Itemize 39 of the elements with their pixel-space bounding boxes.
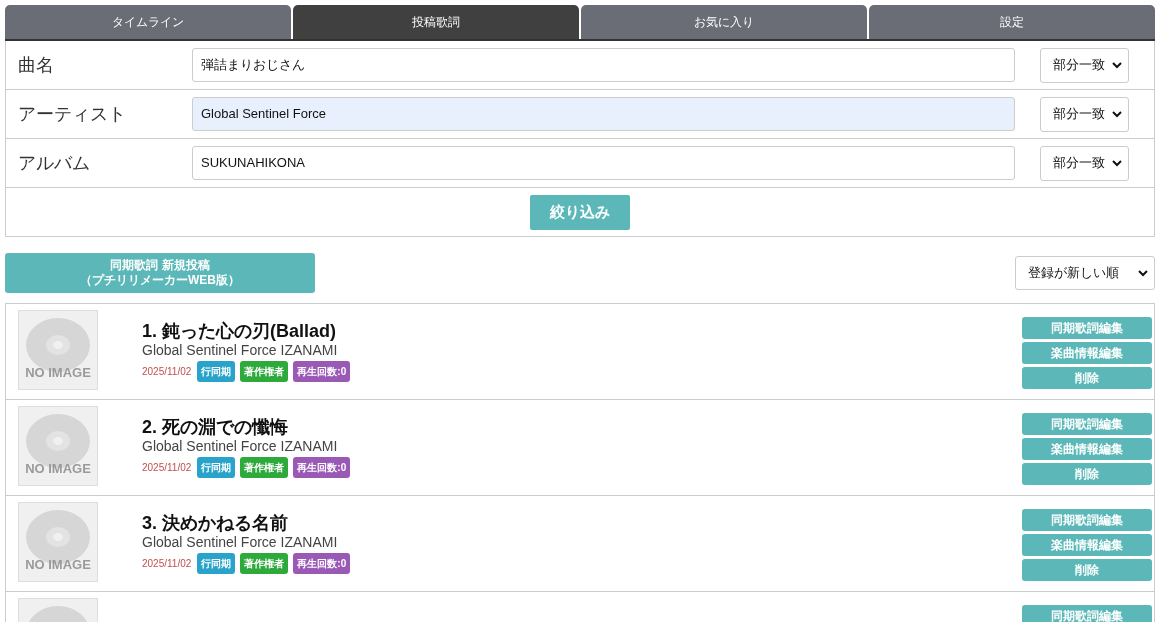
artist-name: Global Sentinel Force IZANAMI [142,342,339,358]
match-select[interactable]: 部分一致 [1040,145,1129,181]
text-field[interactable]: 弾詰まりおじさん [192,48,1015,82]
chevron-icon [1112,159,1122,167]
post-date: 2025/11/02 [142,461,192,475]
tag: 行同期 [197,553,236,574]
tag: 著作権者 [240,457,289,478]
field-label: 曲名 [17,53,55,77]
tag: 再生回数:0 [293,553,351,574]
tab[interactable]: お気に入り [581,5,867,39]
tab[interactable]: タイムライン [5,5,291,39]
match-select[interactable]: 部分一致 [1040,96,1129,132]
thumbnail-label: NO IMAGE [24,462,92,475]
text-field[interactable]: SUKUNAHIKONA [192,146,1015,180]
tab[interactable]: 投稿歌詞 [293,5,579,39]
post-date: 2025/11/02 [142,557,192,571]
tag: 著作権者 [240,361,289,382]
song-title[interactable]: 1. 鈍った心の刃(Ballad) [142,320,1022,342]
text-field[interactable]: Global Sentinel Force [192,97,1015,131]
field-label: アルバム [17,151,91,175]
tab[interactable]: 設定 [869,5,1155,39]
artist-name: Global Sentinel Force IZANAMI [142,534,339,550]
tag: 再生回数:0 [293,457,351,478]
field-label: アーティスト [17,102,127,126]
song-title[interactable]: 2. 死の淵での懺悔 [142,416,1022,438]
sort-select[interactable]: 登録が新しい順 [1015,256,1155,290]
thumbnail-label: NO IMAGE [24,366,92,379]
tag: 行同期 [197,361,236,382]
post-date: 2025/11/02 [142,365,192,379]
thumbnail-label: NO IMAGE [24,558,92,571]
match-select[interactable]: 部分一致 [1040,47,1129,83]
chevron-icon [1138,269,1148,277]
chevron-icon [1112,110,1122,118]
chevron-icon [1112,61,1122,69]
tag: 行同期 [197,457,236,478]
tag: 再生回数:0 [293,361,351,382]
tag: 著作権者 [240,553,289,574]
artist-name: Global Sentinel Force IZANAMI [142,438,339,454]
song-title[interactable]: 3. 決めかねる名前 [142,512,1022,534]
